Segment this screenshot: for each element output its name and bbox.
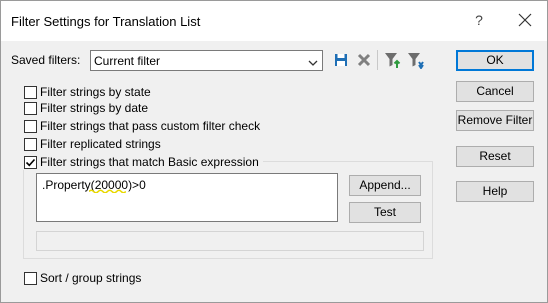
expression-status-bar xyxy=(36,231,424,251)
append-button[interactable]: Append... xyxy=(349,175,421,196)
basic-expression-label: Filter strings that match Basic expressi… xyxy=(40,155,259,169)
filter-by-date-checkbox[interactable] xyxy=(24,102,37,115)
custom-filter-check-checkbox[interactable] xyxy=(24,120,37,133)
checkmark-icon xyxy=(25,158,36,167)
filter-by-state-label: Filter strings by state xyxy=(40,85,151,99)
title-bar: Filter Settings for Translation List ? xyxy=(1,1,547,41)
remove-filter-button[interactable]: Remove Filter xyxy=(456,110,534,131)
help-title-button[interactable]: ? xyxy=(471,12,487,30)
chevron-down-icon xyxy=(308,56,318,66)
window-title: Filter Settings for Translation List xyxy=(11,14,201,29)
cancel-button[interactable]: Cancel xyxy=(456,81,534,102)
test-button[interactable]: Test xyxy=(349,202,421,223)
toolbar-separator xyxy=(377,50,378,70)
filter-by-state-checkbox[interactable] xyxy=(24,86,37,99)
sort-group-label: Sort / group strings xyxy=(40,271,142,285)
saved-filters-value: Current filter xyxy=(94,54,161,68)
basic-expression-caption: Filter strings that match Basic expressi… xyxy=(23,154,263,170)
apply-filter-icon[interactable] xyxy=(384,51,402,69)
saved-filters-dropdown[interactable]: Current filter xyxy=(90,50,323,71)
close-icon[interactable] xyxy=(516,11,534,29)
filter-by-date-label: Filter strings by date xyxy=(40,101,149,115)
expression-textarea[interactable]: .Property(20000)>0 xyxy=(36,173,338,222)
reset-button[interactable]: Reset xyxy=(456,146,534,167)
save-icon[interactable] xyxy=(332,51,350,69)
spellcheck-underline xyxy=(89,189,126,193)
filter-settings-dialog: Filter Settings for Translation List ? S… xyxy=(0,0,548,303)
saved-filters-label: Saved filters: xyxy=(11,53,81,67)
replicated-strings-checkbox[interactable] xyxy=(24,138,37,151)
help-button[interactable]: Help xyxy=(456,181,534,202)
ok-button[interactable]: OK xyxy=(456,50,534,71)
custom-filter-check-label: Filter strings that pass custom filter c… xyxy=(40,119,261,133)
delete-icon[interactable] xyxy=(355,51,373,69)
basic-expression-checkbox[interactable] xyxy=(24,156,37,169)
sort-group-checkbox[interactable] xyxy=(24,272,37,285)
filter-options-icon[interactable] xyxy=(407,51,425,70)
replicated-strings-label: Filter replicated strings xyxy=(40,137,161,151)
